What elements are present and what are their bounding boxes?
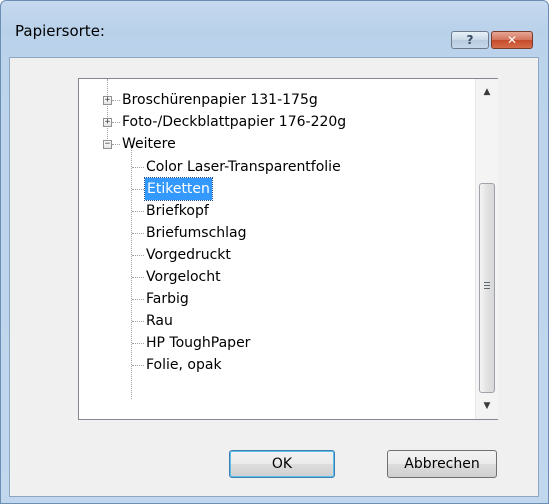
help-icon: ? bbox=[466, 33, 474, 47]
scrollbar-thumb[interactable] bbox=[479, 183, 495, 393]
tree-line bbox=[107, 79, 108, 139]
collapse-icon[interactable]: − bbox=[103, 140, 112, 149]
tree-item-vorgedruckt[interactable]: Vorgedruckt bbox=[146, 244, 231, 266]
tree-item-broschuerenpapier[interactable]: Broschürenpapier 131-175g bbox=[122, 89, 318, 111]
expand-icon[interactable]: + bbox=[103, 118, 112, 127]
tree-line bbox=[132, 255, 144, 256]
tree-line bbox=[112, 100, 120, 101]
title-bar[interactable]: Papiersorte: ? ✕ bbox=[1, 1, 548, 49]
tree-line bbox=[132, 277, 144, 278]
tree-line bbox=[132, 321, 144, 322]
tree-item-foto-deckblattpapier[interactable]: Foto-/Deckblattpapier 176-220g bbox=[122, 111, 346, 133]
expand-icon[interactable]: + bbox=[103, 96, 112, 105]
tree-line bbox=[112, 144, 120, 145]
tree-line bbox=[132, 343, 144, 344]
tree-item-folie-opak[interactable]: Folie, opak bbox=[146, 354, 222, 376]
cancel-button[interactable]: Abbrechen bbox=[387, 450, 497, 478]
tree-line bbox=[132, 365, 144, 366]
tree-item-weitere[interactable]: Weitere bbox=[122, 133, 176, 155]
close-icon: ✕ bbox=[506, 33, 518, 47]
tree-item-briefumschlag[interactable]: Briefumschlag bbox=[146, 222, 247, 244]
tree-item-etiketten[interactable]: Etiketten bbox=[144, 177, 213, 201]
close-button[interactable]: ✕ bbox=[491, 31, 533, 49]
scroll-up-arrow-icon[interactable]: ▲ bbox=[476, 81, 498, 103]
tree-line bbox=[132, 211, 144, 212]
tree-line bbox=[132, 299, 144, 300]
tree-line bbox=[132, 167, 144, 168]
tree-item-briefkopf[interactable]: Briefkopf bbox=[146, 200, 209, 222]
dialog-window: Papiersorte: ? ✕ + Broschürenpapier 131-… bbox=[0, 0, 549, 504]
tree-line bbox=[132, 233, 144, 234]
grip-icon bbox=[484, 282, 490, 289]
paper-type-tree[interactable]: + Broschürenpapier 131-175g + Foto-/Deck… bbox=[78, 78, 498, 420]
scroll-down-arrow-icon[interactable]: ▼ bbox=[476, 395, 498, 417]
tree-item-color-laser-transparentfolie[interactable]: Color Laser-Transparentfolie bbox=[146, 156, 341, 178]
window-title: Papiersorte: bbox=[15, 22, 105, 40]
tree-item-hp-toughpaper[interactable]: HP ToughPaper bbox=[146, 332, 250, 354]
tree-item-vorgelocht[interactable]: Vorgelocht bbox=[146, 266, 221, 288]
tree-line bbox=[132, 189, 144, 190]
tree-line bbox=[112, 122, 120, 123]
vertical-scrollbar[interactable]: ▲ ▼ bbox=[475, 79, 498, 419]
tree-item-rau[interactable]: Rau bbox=[146, 310, 173, 332]
tree-item-farbig[interactable]: Farbig bbox=[146, 288, 189, 310]
ok-button[interactable]: OK bbox=[229, 450, 335, 478]
tree-line bbox=[131, 145, 132, 399]
help-button[interactable]: ? bbox=[451, 31, 489, 49]
